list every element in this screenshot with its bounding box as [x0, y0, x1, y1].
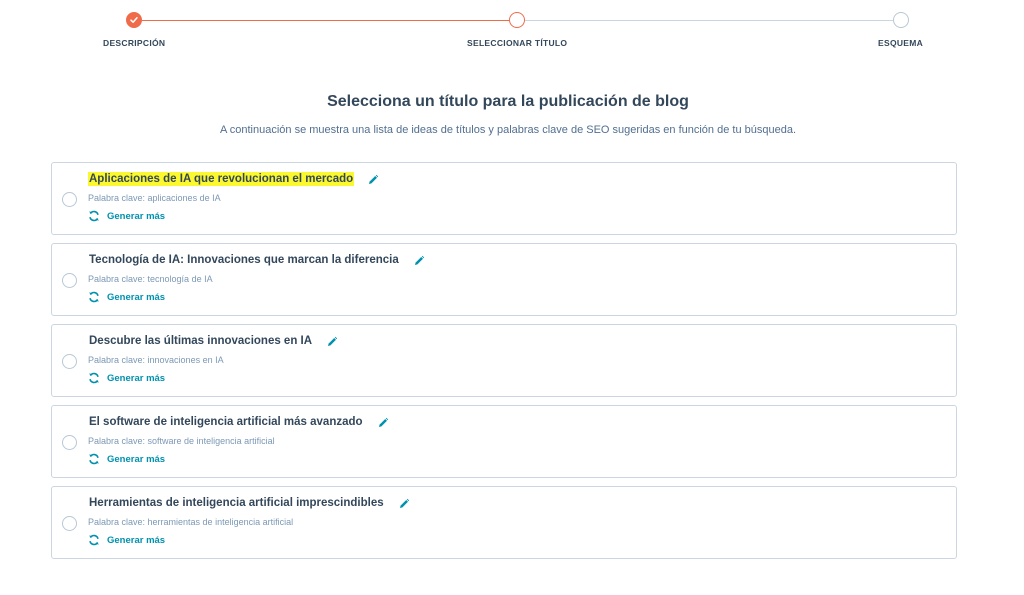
title-option-card[interactable]: Aplicaciones de IA que revolucionan el m…	[51, 162, 957, 235]
step-done-check-icon	[126, 12, 142, 28]
stepper-line-pending	[525, 20, 893, 21]
keyword-label: Palabra clave: innovaciones en IA	[88, 355, 224, 365]
title-options-list: Aplicaciones de IA que revolucionan el m…	[51, 162, 957, 567]
generate-more-label: Generar más	[107, 534, 166, 546]
title-radio-button[interactable]	[62, 354, 77, 369]
title-text: El software de inteligencia artificial m…	[89, 416, 363, 428]
generate-more-label: Generar más	[107, 291, 166, 303]
stepper-line-completed	[142, 20, 509, 21]
title-option-card[interactable]: Herramientas de inteligencia artificial …	[51, 486, 957, 559]
title-text: Herramientas de inteligencia artificial …	[89, 497, 384, 509]
refresh-icon	[89, 291, 99, 303]
title-option-card[interactable]: El software de inteligencia artificial m…	[51, 405, 957, 478]
generate-more-label: Generar más	[107, 372, 166, 384]
pencil-icon[interactable]	[377, 416, 389, 428]
generate-more-button[interactable]: Generar más	[88, 210, 165, 222]
title-radio-button[interactable]	[62, 516, 77, 531]
title-text: Aplicaciones de IA que revolucionan el m…	[88, 172, 355, 186]
step-label-select-title: SELECCIONAR TÍTULO	[467, 38, 568, 48]
keyword-label: Palabra clave: herramientas de inteligen…	[88, 517, 294, 527]
title-radio-button[interactable]	[62, 192, 77, 207]
pencil-icon[interactable]	[367, 173, 379, 185]
refresh-icon	[89, 372, 99, 384]
generate-more-button[interactable]: Generar más	[88, 534, 165, 546]
progress-stepper: DESCRIPCIÓN SELECCIONAR TÍTULO ESQUEMA	[0, 0, 1024, 60]
pencil-icon[interactable]	[398, 497, 410, 509]
page-title: Selecciona un título para la publicación…	[327, 93, 689, 110]
title-text: Tecnología de IA: Innovaciones que marca…	[89, 254, 399, 266]
step-active-indicator	[509, 12, 525, 28]
refresh-icon	[89, 534, 99, 546]
generate-more-button[interactable]: Generar más	[88, 372, 165, 384]
keyword-label: Palabra clave: tecnología de IA	[88, 274, 213, 284]
refresh-icon	[89, 210, 99, 222]
generate-more-label: Generar más	[107, 210, 166, 222]
title-option-card[interactable]: Descubre las últimas innovaciones en IA …	[51, 324, 957, 397]
title-radio-button[interactable]	[62, 435, 77, 450]
keyword-label: Palabra clave: software de inteligencia …	[88, 436, 275, 446]
step-label-outline: ESQUEMA	[878, 38, 924, 48]
generate-more-button[interactable]: Generar más	[88, 453, 165, 465]
pencil-icon[interactable]	[413, 254, 425, 266]
generate-more-button[interactable]: Generar más	[88, 291, 165, 303]
title-text: Descubre las últimas innovaciones en IA	[89, 335, 313, 347]
generate-more-label: Generar más	[107, 453, 166, 465]
title-option-card[interactable]: Tecnología de IA: Innovaciones que marca…	[51, 243, 957, 316]
step-pending-indicator	[893, 12, 909, 28]
title-radio-button[interactable]	[62, 273, 77, 288]
refresh-icon	[89, 453, 99, 465]
pencil-icon[interactable]	[326, 335, 338, 347]
keyword-label: Palabra clave: aplicaciones de IA	[88, 193, 221, 203]
page-subtitle: A continuación se muestra una lista de i…	[219, 124, 797, 136]
step-label-description: DESCRIPCIÓN	[103, 38, 166, 48]
